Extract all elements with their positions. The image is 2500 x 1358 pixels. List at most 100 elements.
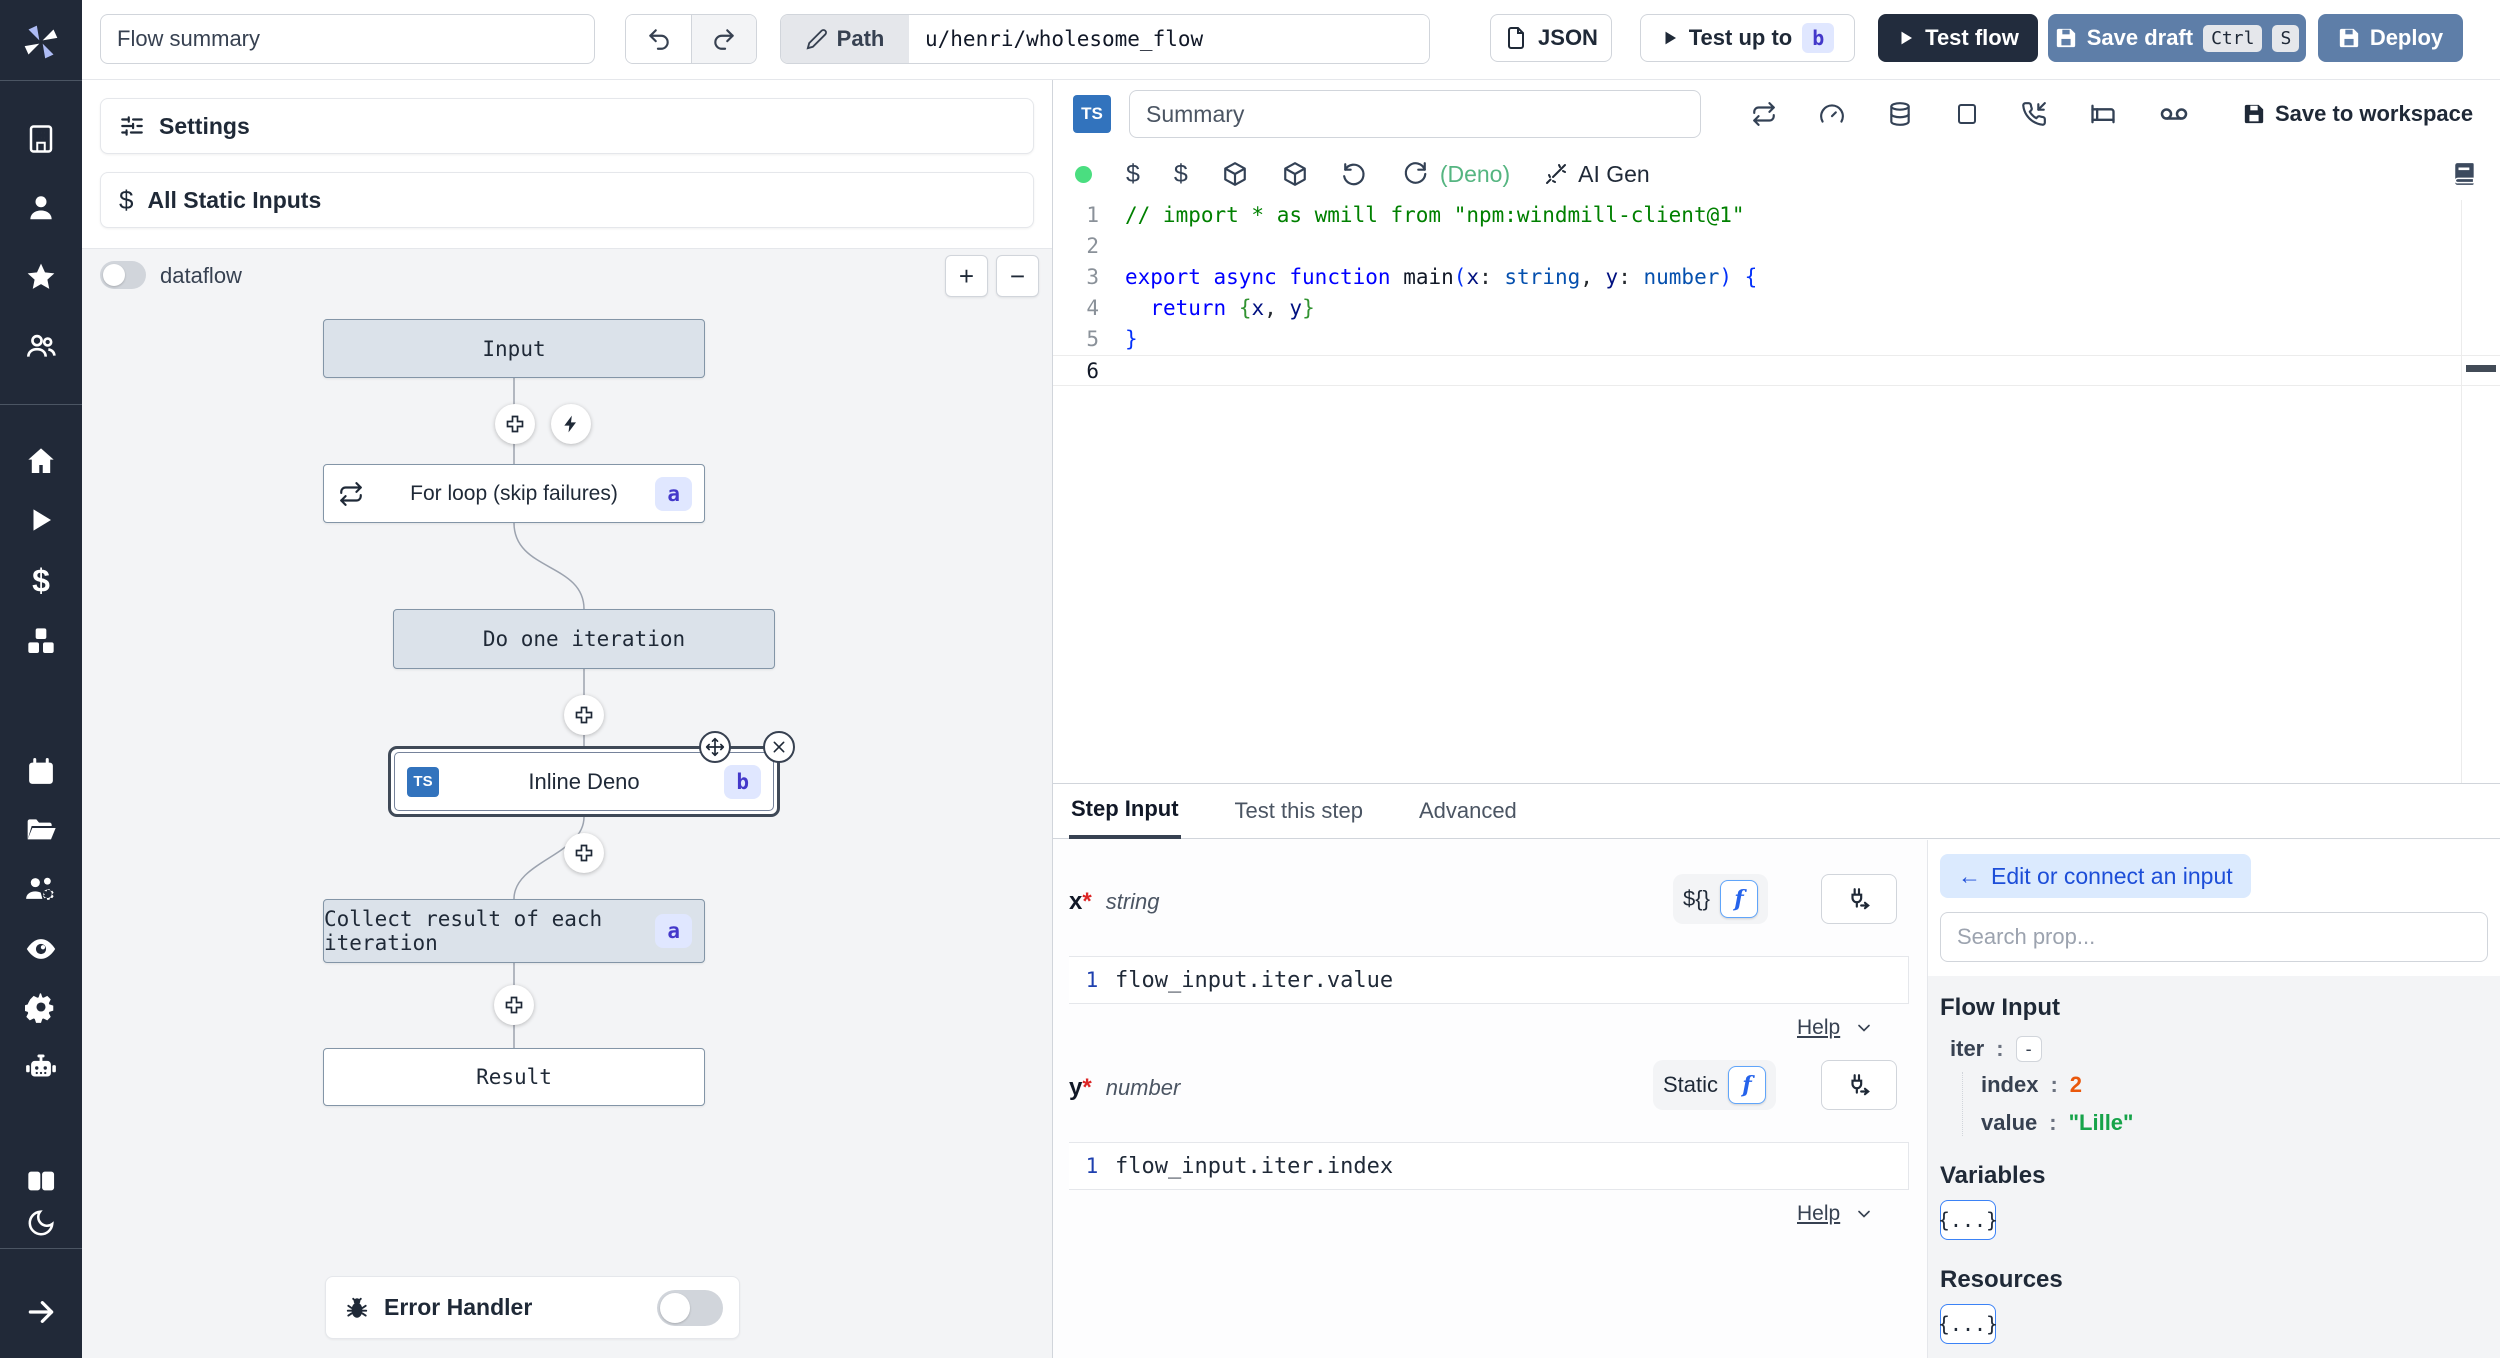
sidebar-item-resources boxes-icon[interactable] [25, 625, 57, 657]
summary-input[interactable] [1129, 90, 1701, 138]
file-code-icon [1508, 27, 1525, 49]
error-handler-toggle[interactable] [657, 1289, 723, 1326]
refresh-icon[interactable] [1402, 161, 1428, 187]
sidebar-divider [0, 1248, 82, 1249]
y-help-link[interactable]: Help [1797, 1202, 1874, 1226]
collapse-button[interactable]: - [2015, 1036, 2042, 1062]
json-button[interactable]: JSON [1490, 14, 1612, 62]
sidebar-item-docs books-icon[interactable] [25, 1165, 57, 1197]
reset-icon[interactable] [1342, 161, 1368, 187]
node-collect-result[interactable]: Collect result of each iteration a [323, 899, 705, 963]
javascript-mode-badge[interactable]: f [1728, 1066, 1767, 1104]
all-static-inputs-button[interactable]: $ All Static Inputs [100, 172, 1034, 228]
y-mode-toggle[interactable]: Static f [1653, 1060, 1777, 1110]
y-expression-editor[interactable]: 1 flow_input.iter.index [1069, 1142, 1909, 1190]
add-step-button plus-icon[interactable] [564, 695, 604, 735]
flow-settings-button[interactable]: Settings [100, 98, 1034, 154]
delete-node-button close-icon[interactable] [763, 731, 795, 763]
variables-object-button[interactable]: {...} [1938, 1200, 1998, 1240]
y-expression-value: flow_input.iter.index [1115, 1153, 1394, 1179]
code-line[interactable]: 6 [1053, 355, 2500, 386]
sidebar-item-user user-icon[interactable] [26, 193, 56, 223]
tab-test-this-step[interactable]: Test this step [1233, 784, 1365, 839]
javascript-mode-badge[interactable]: f [1719, 880, 1758, 918]
code-line[interactable]: 1 // import * as wmill from "npm:windmill… [1053, 200, 2500, 231]
x-expression-editor[interactable]: 1 flow_input.iter.value [1069, 956, 1909, 1004]
sidebar-item-home home-icon[interactable] [25, 445, 57, 477]
path-input[interactable] [909, 15, 1429, 63]
square-icon[interactable] [1955, 102, 1979, 126]
package-icon[interactable] [1222, 161, 1248, 187]
retry-icon[interactable] [1751, 101, 1777, 127]
x-help-link[interactable]: Help [1797, 1016, 1874, 1040]
code-line[interactable]: 2 [1053, 231, 2500, 262]
redo-button redo-icon[interactable] [691, 15, 756, 63]
package-icon[interactable] [1282, 161, 1308, 187]
sidebar-item-ai robot-icon[interactable] [24, 1051, 58, 1085]
windmill-logo-icon[interactable] [21, 22, 61, 62]
tree-row-index[interactable]: index : 2 [1981, 1072, 2490, 1098]
sidebar-collapse arrow-right-icon[interactable] [25, 1296, 57, 1328]
sidebar-item-workspace building-icon[interactable] [26, 124, 56, 154]
undo-redo-group [625, 14, 757, 64]
tab-advanced[interactable]: Advanced [1417, 784, 1519, 839]
database-icon[interactable] [1887, 101, 1913, 127]
sidebar-item-audit eye-icon[interactable] [24, 932, 58, 966]
sidebar-item-variables dollar-icon[interactable]: $ [32, 563, 50, 600]
add-step-button plus-icon[interactable] [495, 404, 535, 444]
sidebar-item-workers users-gear-icon[interactable] [24, 872, 58, 906]
ai-gen-button[interactable]: AI Gen [1544, 161, 1650, 188]
path-label[interactable]: Path [781, 15, 909, 63]
bed-icon[interactable] [2089, 100, 2117, 128]
resources-object-button[interactable]: {...} [1938, 1304, 1998, 1344]
undo-button undo-icon[interactable] [626, 15, 691, 63]
tree-row-iter[interactable]: iter : - [1950, 1036, 2490, 1062]
code-editor-panel: TS Save to workspace $ $ (Deno) AI Gen [1052, 80, 2500, 783]
node-result[interactable]: Result [323, 1048, 705, 1106]
kbd-ctrl: Ctrl [2203, 24, 2263, 52]
add-step-button plus-icon[interactable] [564, 833, 604, 873]
test-flow-button[interactable]: Test flow [1878, 14, 2038, 62]
variable-picker-icon[interactable]: $ [1174, 160, 1188, 189]
variables-title: Variables [1940, 1162, 2046, 1189]
sidebar-item-theme moon-icon[interactable] [26, 1208, 56, 1238]
y-connect-button plug-icon[interactable] [1821, 1060, 1897, 1110]
x-mode-toggle[interactable]: ${} f [1673, 874, 1768, 924]
code-line[interactable]: 3 export async function main(x: string, y… [1053, 262, 2500, 293]
code-line[interactable]: 5} [1053, 324, 2500, 355]
sidebar-item-groups users-icon[interactable] [25, 330, 57, 362]
phone-incoming-icon[interactable] [2021, 101, 2047, 127]
edit-or-connect-button[interactable]: ← Edit or connect an input [1940, 854, 2251, 898]
node-for-loop[interactable]: For loop (skip failures) a [323, 464, 705, 523]
editor-overview-ruler[interactable] [2461, 200, 2462, 783]
sidebar-item-settings gear-icon[interactable] [25, 991, 57, 1023]
sidebar-item-runs play-icon[interactable] [26, 505, 56, 535]
tab-step-input[interactable]: Step Input [1069, 784, 1181, 839]
error-handler-row[interactable]: Error Handler [325, 1276, 740, 1339]
code-line[interactable]: 4 return {x, y} [1053, 293, 2500, 324]
x-connect-button plug-icon[interactable] [1821, 874, 1897, 924]
code-editor[interactable]: 1 // import * as wmill from "npm:windmill… [1053, 200, 2500, 783]
save-to-workspace-button[interactable]: Save to workspace [2243, 101, 2473, 127]
library-book-icon[interactable] [2452, 161, 2478, 187]
add-step-button plus-icon[interactable] [494, 985, 534, 1025]
static-inputs-icon[interactable]: $ [1126, 160, 1140, 189]
sidebar-item-favorites star-icon[interactable] [25, 261, 57, 293]
move-node-button move-icon[interactable] [699, 731, 731, 763]
flow-summary-input[interactable] [100, 14, 595, 64]
chevron-down-icon [1858, 1024, 1871, 1032]
search-prop-input[interactable] [1940, 912, 2488, 962]
node-do-one-iteration[interactable]: Do one iteration [393, 609, 775, 669]
deploy-button[interactable]: Deploy [2318, 14, 2463, 62]
node-inline-deno[interactable]: TS Inline Deno b [388, 731, 795, 817]
node-input[interactable]: Input [323, 319, 705, 378]
gauge-icon[interactable] [1819, 101, 1845, 127]
test-up-to-button[interactable]: Test up to b [1640, 14, 1855, 62]
trigger-button bolt-icon[interactable] [551, 404, 591, 444]
voicemail-icon[interactable] [2159, 99, 2189, 129]
sidebar-item-schedules calendar-icon[interactable] [26, 757, 56, 787]
sidebar-item-folders folder-open-icon[interactable] [25, 814, 57, 846]
save-draft-button[interactable]: Save draft Ctrl S [2048, 14, 2306, 62]
tree-row-value[interactable]: value : "Lille" [1981, 1110, 2490, 1136]
typescript-badge: TS [407, 766, 439, 797]
